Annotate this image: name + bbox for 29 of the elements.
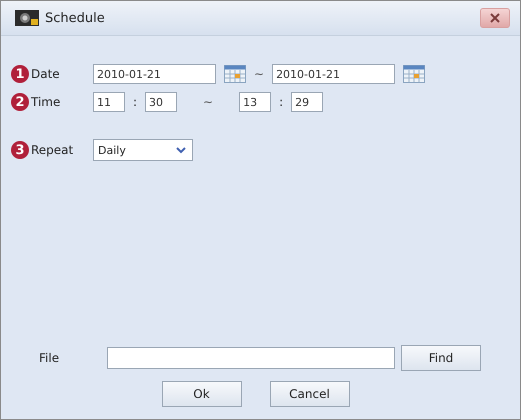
- camera-icon: [15, 10, 39, 26]
- minute-field[interactable]: 29: [291, 92, 324, 112]
- file-label: File: [38, 351, 60, 365]
- close-icon: [490, 13, 500, 23]
- dialog-button[interactable]: Cancel: [270, 381, 350, 407]
- close-button[interactable]: [480, 8, 510, 28]
- dialog-button[interactable]: Ok: [162, 381, 242, 407]
- hour-field[interactable]: 11: [93, 92, 125, 112]
- date-label: Date: [31, 67, 61, 81]
- date-field[interactable]: 2010-01-21: [93, 64, 216, 84]
- repeat-label: Repeat: [31, 143, 74, 157]
- time-label: Time: [31, 95, 62, 109]
- file-path-field[interactable]: [107, 347, 395, 369]
- time-colon: :: [279, 95, 284, 109]
- step-number: 3: [11, 141, 29, 159]
- range-separator: ~: [254, 67, 264, 81]
- window-title: Schedule: [45, 10, 105, 26]
- calendar-icon[interactable]: [403, 65, 426, 83]
- time-colon: :: [133, 95, 138, 109]
- find-button[interactable]: Find: [401, 345, 481, 371]
- date-field[interactable]: 2010-01-21: [272, 64, 396, 84]
- repeat-dropdown[interactable]: Daily: [93, 139, 193, 161]
- step-number: 2: [11, 93, 29, 111]
- range-separator: ~: [203, 95, 214, 109]
- step-number: 1: [11, 65, 29, 83]
- hour-field[interactable]: 13: [239, 92, 272, 112]
- minute-field[interactable]: 30: [145, 92, 178, 112]
- chevron-down-icon: [176, 146, 186, 154]
- calendar-icon[interactable]: [224, 65, 246, 83]
